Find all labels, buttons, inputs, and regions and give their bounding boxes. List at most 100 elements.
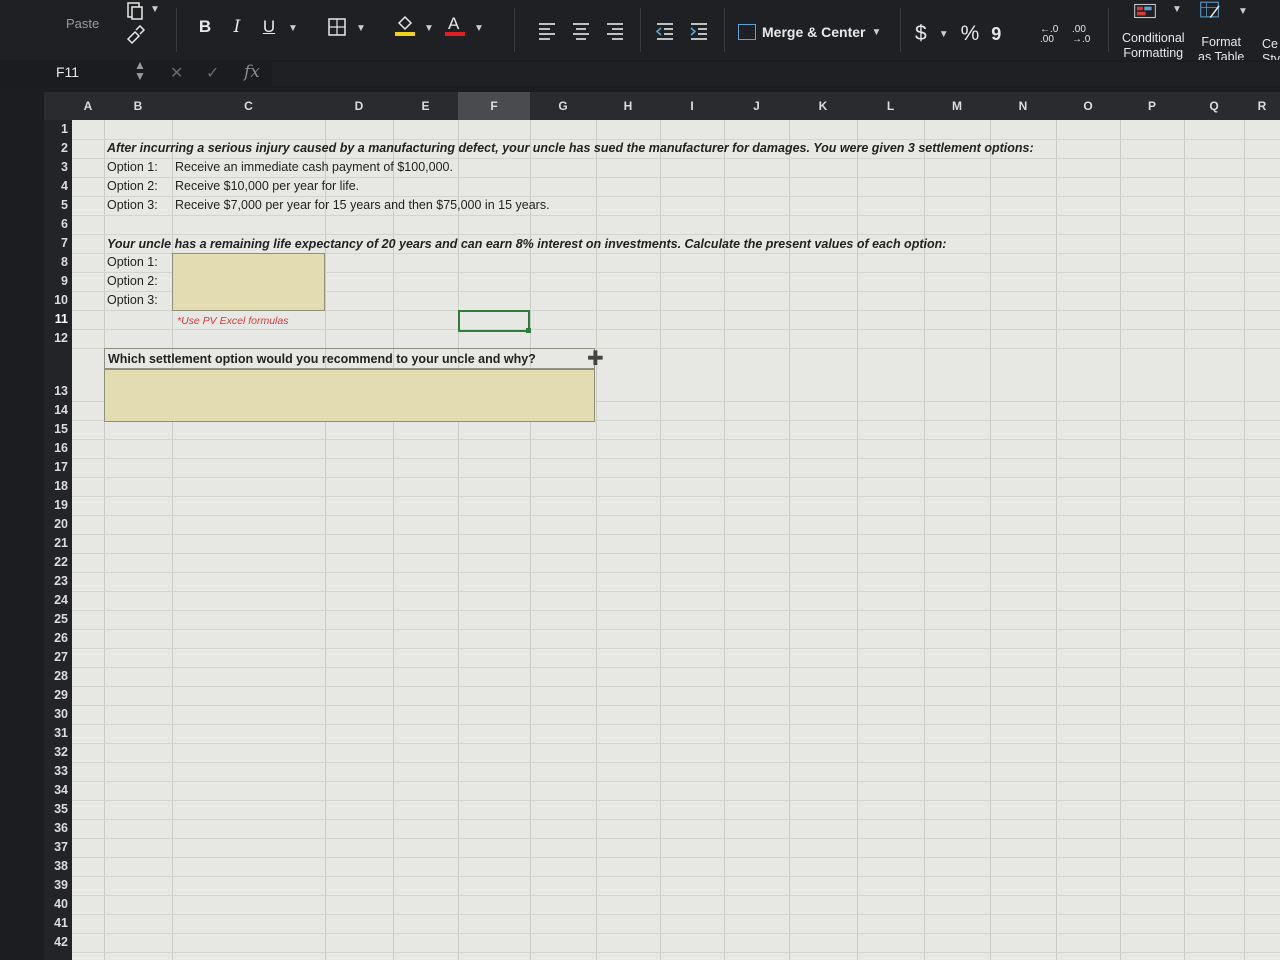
- row-header-17[interactable]: 17: [44, 460, 68, 474]
- pv-answer-box[interactable]: [172, 253, 325, 311]
- column-header-f[interactable]: F: [458, 92, 530, 120]
- row-header-24[interactable]: 24: [44, 593, 68, 607]
- format-as-table-icon[interactable]: [1200, 0, 1222, 22]
- row-header-6[interactable]: 6: [44, 217, 68, 231]
- decrease-indent-icon[interactable]: [654, 20, 676, 42]
- column-header-k[interactable]: K: [789, 92, 857, 120]
- row-header-36[interactable]: 36: [44, 821, 68, 835]
- row-header-10[interactable]: 10: [44, 293, 68, 307]
- paste-icon[interactable]: [124, 0, 146, 22]
- row-header-26[interactable]: 26: [44, 631, 68, 645]
- row-header-20[interactable]: 20: [44, 517, 68, 531]
- column-header-l[interactable]: L: [857, 92, 924, 120]
- row-header-32[interactable]: 32: [44, 745, 68, 759]
- column-header-j[interactable]: J: [724, 92, 789, 120]
- column-header-o[interactable]: O: [1056, 92, 1120, 120]
- increase-indent-icon[interactable]: [688, 20, 710, 42]
- row-header-42[interactable]: 42: [44, 935, 68, 949]
- row-header-3[interactable]: 3: [44, 160, 68, 174]
- align-center-icon[interactable]: [570, 20, 592, 42]
- row-header-12[interactable]: 12: [44, 331, 68, 345]
- chevron-down-icon[interactable]: ▼: [288, 23, 298, 34]
- row-header-2[interactable]: 2: [44, 141, 68, 155]
- column-header-c[interactable]: C: [172, 92, 325, 120]
- row-header-29[interactable]: 29: [44, 688, 68, 702]
- column-header-e[interactable]: E: [393, 92, 458, 120]
- chevron-down-icon[interactable]: ▼: [939, 29, 949, 40]
- spreadsheet-grid[interactable]: ABCDEFGHIJKLMNOPQR 1 2 3 4 5 6 7 8 9 10 11 12 13 14 15…: [44, 92, 1280, 960]
- chevron-down-icon[interactable]: ▼: [474, 23, 484, 34]
- conditional-formatting-button[interactable]: Conditional Formatting: [1122, 31, 1185, 61]
- recommendation-answer-box[interactable]: [104, 369, 595, 422]
- chevron-down-icon[interactable]: ▼: [150, 4, 160, 15]
- column-header-n[interactable]: N: [990, 92, 1056, 120]
- column-header-m[interactable]: M: [924, 92, 990, 120]
- row-header-41[interactable]: 41: [44, 916, 68, 930]
- chevron-down-icon[interactable]: ▼: [424, 23, 434, 34]
- row-header-15[interactable]: 15: [44, 422, 68, 436]
- row-header-13[interactable]: 13: [44, 384, 68, 398]
- column-header-b[interactable]: B: [104, 92, 172, 120]
- insert-function-button[interactable]: fx: [244, 62, 260, 82]
- column-header-i[interactable]: I: [660, 92, 724, 120]
- cancel-icon[interactable]: ✕: [170, 63, 183, 83]
- formula-input[interactable]: [272, 62, 1280, 86]
- row-header-7[interactable]: 7: [44, 236, 68, 250]
- align-left-icon[interactable]: [536, 20, 558, 42]
- column-header-g[interactable]: G: [530, 92, 596, 120]
- merge-center-button[interactable]: Merge & Center ▼: [738, 24, 881, 40]
- row-header-30[interactable]: 30: [44, 707, 68, 721]
- row-header-31[interactable]: 31: [44, 726, 68, 740]
- bold-button[interactable]: B: [194, 16, 216, 38]
- row-header-8[interactable]: 8: [44, 255, 68, 269]
- row-header-34[interactable]: 34: [44, 783, 68, 797]
- fill-color-icon[interactable]: [394, 14, 416, 36]
- row-header-16[interactable]: 16: [44, 441, 68, 455]
- column-header-a[interactable]: A: [72, 92, 104, 120]
- underline-button[interactable]: U: [258, 16, 280, 38]
- row-header-37[interactable]: 37: [44, 840, 68, 854]
- column-header-q[interactable]: Q: [1184, 92, 1244, 120]
- enter-check-icon[interactable]: ✓: [206, 63, 219, 83]
- selected-cell-f11[interactable]: [458, 310, 530, 332]
- row-header-4[interactable]: 4: [44, 179, 68, 193]
- row-header-22[interactable]: 22: [44, 555, 68, 569]
- row-header-25[interactable]: 25: [44, 612, 68, 626]
- row-header-18[interactable]: 18: [44, 479, 68, 493]
- row-header-39[interactable]: 39: [44, 878, 68, 892]
- conditional-formatting-icon[interactable]: [1134, 0, 1156, 22]
- comma-style-button[interactable]: 9: [991, 24, 1001, 45]
- currency-button[interactable]: $: [915, 22, 927, 46]
- row-header-11[interactable]: 11: [44, 312, 68, 326]
- row-header-35[interactable]: 35: [44, 802, 68, 816]
- font-color-icon[interactable]: A: [444, 14, 466, 36]
- row-header-21[interactable]: 21: [44, 536, 68, 550]
- chevron-down-icon[interactable]: ▼: [871, 27, 881, 38]
- italic-button[interactable]: I: [226, 16, 248, 38]
- row-header-5[interactable]: 5: [44, 198, 68, 212]
- increase-decimal-button[interactable]: ←.0 .00: [1040, 24, 1068, 46]
- row-header-38[interactable]: 38: [44, 859, 68, 873]
- borders-icon[interactable]: [326, 16, 348, 38]
- align-right-icon[interactable]: [604, 20, 626, 42]
- paste-label[interactable]: Paste: [66, 16, 99, 31]
- fill-handle[interactable]: [526, 328, 531, 333]
- row-header-23[interactable]: 23: [44, 574, 68, 588]
- column-header-p[interactable]: P: [1120, 92, 1184, 120]
- chevron-down-icon[interactable]: ▼: [356, 23, 366, 34]
- row-header-14[interactable]: 14: [44, 403, 68, 417]
- chevron-down-icon[interactable]: ▼: [1172, 4, 1182, 15]
- row-header-9[interactable]: 9: [44, 274, 68, 288]
- row-header-40[interactable]: 40: [44, 897, 68, 911]
- decrease-decimal-button[interactable]: .00 →.0: [1072, 24, 1100, 46]
- column-header-r[interactable]: R: [1244, 92, 1280, 120]
- percent-button[interactable]: %: [961, 22, 980, 46]
- column-header-h[interactable]: H: [596, 92, 660, 120]
- column-header-d[interactable]: D: [325, 92, 393, 120]
- name-box-stepper-icon[interactable]: ▲ ▼: [134, 59, 146, 82]
- format-painter-icon[interactable]: [124, 24, 146, 46]
- row-header-19[interactable]: 19: [44, 498, 68, 512]
- row-header-28[interactable]: 28: [44, 669, 68, 683]
- chevron-down-icon[interactable]: ▼: [1238, 6, 1248, 17]
- row-header-1[interactable]: 1: [44, 122, 68, 136]
